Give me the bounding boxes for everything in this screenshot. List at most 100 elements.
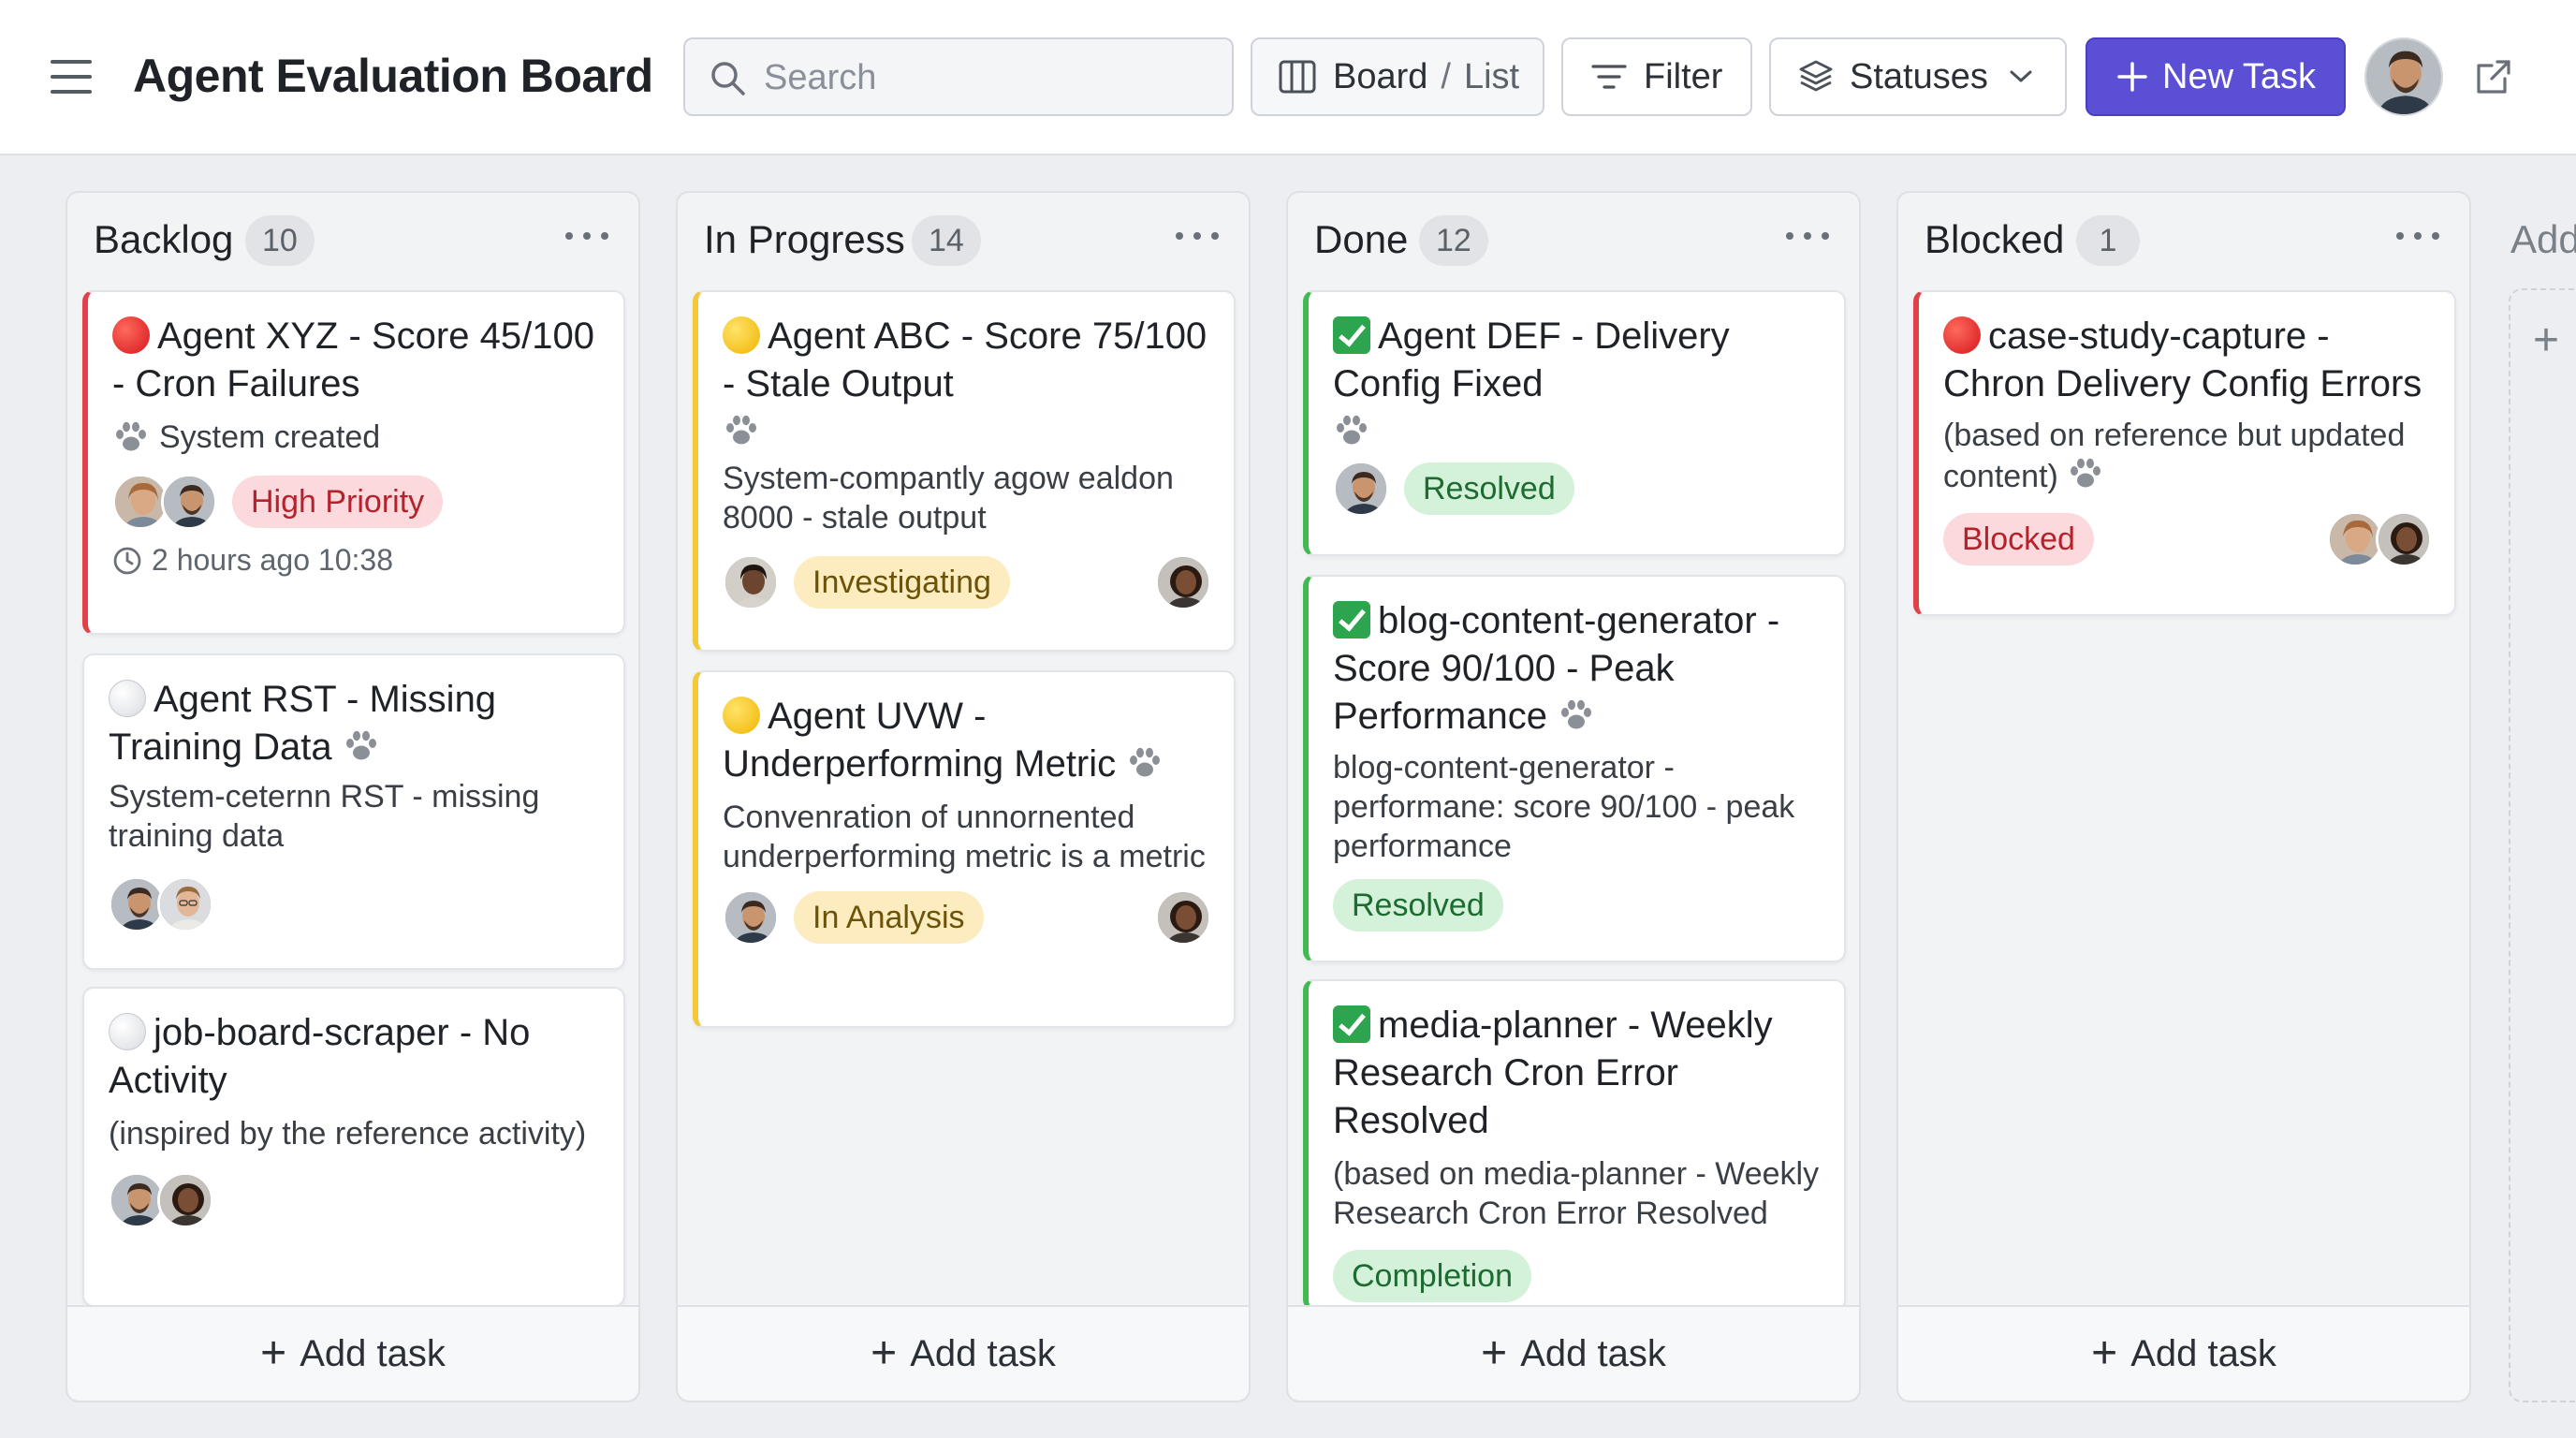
statuses-dropdown[interactable]: Statuses	[1769, 37, 2067, 116]
avatar[interactable]	[161, 474, 217, 530]
filter-icon	[1591, 65, 1627, 89]
card-timestamp: 2 hours ago 10:38	[152, 543, 393, 577]
status-badge[interactable]: Investigating	[794, 556, 1010, 609]
task-card[interactable]: media-planner - Weekly Research Cron Err…	[1303, 979, 1846, 1311]
view-board-label[interactable]: Board	[1333, 57, 1427, 97]
column-title: In Progress	[704, 217, 905, 261]
chevron-down-icon	[2010, 70, 2032, 82]
column-in-progress: In Progress 14 Agent ABC - Score 75/100 …	[676, 191, 1251, 1402]
card-meta-text: System created	[159, 419, 381, 455]
more-options-icon[interactable]	[1786, 230, 1829, 242]
status-badge[interactable]: In Analysis	[794, 891, 984, 944]
card-title-row: Agent ABC - Score 75/100 - Stale Output	[723, 313, 1211, 408]
paw-icon	[112, 418, 150, 456]
card-description: (based on media-planner - Weekly Researc…	[1333, 1156, 1820, 1231]
new-task-label: New Task	[2162, 56, 2317, 96]
column-header: In Progress 14	[678, 193, 1249, 292]
more-options-icon[interactable]	[1176, 230, 1219, 242]
red-circle-icon	[1943, 316, 1981, 354]
card-title: job-board-scraper - No Activity	[109, 1012, 531, 1101]
priority-badge[interactable]: High Priority	[232, 476, 444, 528]
status-badge[interactable]: Completion	[1333, 1250, 1531, 1302]
paw-icon	[343, 727, 380, 765]
avatar[interactable]	[157, 876, 213, 932]
search-input[interactable]	[764, 54, 1213, 101]
status-badge[interactable]: Blocked	[1943, 513, 2094, 565]
add-column-label[interactable]: Add	[2510, 217, 2576, 262]
add-task-label: Add task	[2130, 1332, 2276, 1374]
card-footer	[109, 1172, 601, 1228]
yellow-circle-icon	[723, 316, 760, 354]
view-list-label[interactable]: List	[1464, 57, 1519, 97]
avatar[interactable]	[109, 1172, 165, 1228]
card-footer: Investigating	[723, 554, 1211, 610]
plus-icon: +	[2091, 1328, 2118, 1378]
column-header: Blocked 1	[1898, 193, 2469, 292]
task-card[interactable]: Agent XYZ - Score 45/100 - Cron Failures…	[82, 290, 625, 635]
plus-icon[interactable]: +	[2533, 315, 2559, 366]
avatar[interactable]	[723, 889, 779, 946]
task-card[interactable]: case-study-capture - Chron Delivery Conf…	[1913, 290, 2456, 616]
card-title: Agent XYZ - Score 45/100 - Cron Failures	[112, 315, 594, 404]
filter-label: Filter	[1644, 56, 1723, 96]
hamburger-menu-icon[interactable]	[51, 60, 92, 94]
avatar[interactable]	[1155, 889, 1211, 946]
avatar[interactable]	[2376, 511, 2432, 567]
filter-button[interactable]: Filter	[1561, 37, 1752, 116]
add-task-button[interactable]: + Add task	[678, 1305, 1249, 1401]
card-description: System-compantly agow ealdon 8000 - stal…	[723, 461, 1174, 536]
paw-icon	[2067, 455, 2104, 492]
status-badge[interactable]: Resolved	[1404, 462, 1574, 515]
new-task-button[interactable]: New Task	[2086, 37, 2346, 116]
avatar[interactable]	[1333, 461, 1389, 517]
red-circle-icon	[112, 316, 150, 354]
status-badge[interactable]: Resolved	[1333, 879, 1503, 932]
view-separator: /	[1441, 56, 1451, 96]
task-card[interactable]: Agent RST - Missing Training Data System…	[82, 653, 625, 970]
add-column-dropzone[interactable]	[2509, 288, 2576, 1402]
add-task-button[interactable]: + Add task	[1898, 1305, 2469, 1401]
task-card[interactable]: Agent DEF - Delivery Config Fixed Resolv…	[1303, 290, 1846, 556]
board-columns-icon	[1279, 60, 1316, 94]
plus-icon: +	[260, 1328, 287, 1378]
view-toggle-button[interactable]: Board / List	[1251, 37, 1544, 116]
task-card[interactable]: job-board-scraper - No Activity (inspire…	[82, 987, 625, 1307]
statuses-label: Statuses	[1850, 56, 1988, 96]
user-avatar[interactable]	[2364, 37, 2443, 116]
card-title-row: Agent UVW - Underperforming Metric	[723, 693, 1211, 788]
card-title: case-study-capture - Chron Delivery Conf…	[1943, 315, 2422, 404]
card-meta: System created	[112, 418, 601, 457]
avatar[interactable]	[109, 876, 165, 932]
avatar[interactable]	[723, 554, 779, 610]
column-blocked: Blocked 1 case-study-capture - Chron Del…	[1896, 191, 2471, 1402]
card-footer: In Analysis	[723, 889, 1211, 946]
external-link-icon[interactable]	[2473, 56, 2514, 97]
card-title: Agent UVW - Underperforming Metric	[723, 696, 1117, 785]
card-title-row: Agent RST - Missing Training Data	[109, 676, 601, 771]
paw-icon	[723, 412, 760, 449]
card-description-row: (based on reference but updated content)	[1943, 416, 2432, 496]
column-count-badge: 1	[2076, 215, 2140, 266]
card-title-row: blog-content-generator - Score 90/100 - …	[1333, 597, 1822, 741]
card-title-row: media-planner - Weekly Research Cron Err…	[1333, 1002, 1822, 1145]
more-options-icon[interactable]	[565, 230, 608, 242]
avatar[interactable]	[112, 474, 168, 530]
card-footer: Resolved	[1333, 461, 1822, 517]
card-footer: Completion	[1333, 1250, 1822, 1302]
column-title: Done	[1314, 217, 1409, 261]
task-card[interactable]: Agent UVW - Underperforming Metric Conve…	[693, 670, 1236, 1028]
add-task-button[interactable]: + Add task	[67, 1305, 638, 1401]
task-card[interactable]: blog-content-generator - Score 90/100 - …	[1303, 575, 1846, 962]
add-task-button[interactable]: + Add task	[1288, 1305, 1859, 1401]
column-count-badge: 12	[1419, 215, 1488, 266]
more-options-icon[interactable]	[2396, 230, 2439, 242]
search-box[interactable]	[683, 37, 1234, 116]
task-card[interactable]: Agent ABC - Score 75/100 - Stale Output …	[693, 290, 1236, 652]
avatar[interactable]	[157, 1172, 213, 1228]
avatar[interactable]	[1155, 554, 1211, 610]
add-task-label: Add task	[910, 1332, 1056, 1374]
plus-icon: +	[871, 1328, 898, 1378]
card-description: blog-content-generator - performane: sco…	[1333, 750, 1795, 864]
white-circle-icon	[109, 680, 146, 717]
avatar[interactable]	[2327, 511, 2383, 567]
